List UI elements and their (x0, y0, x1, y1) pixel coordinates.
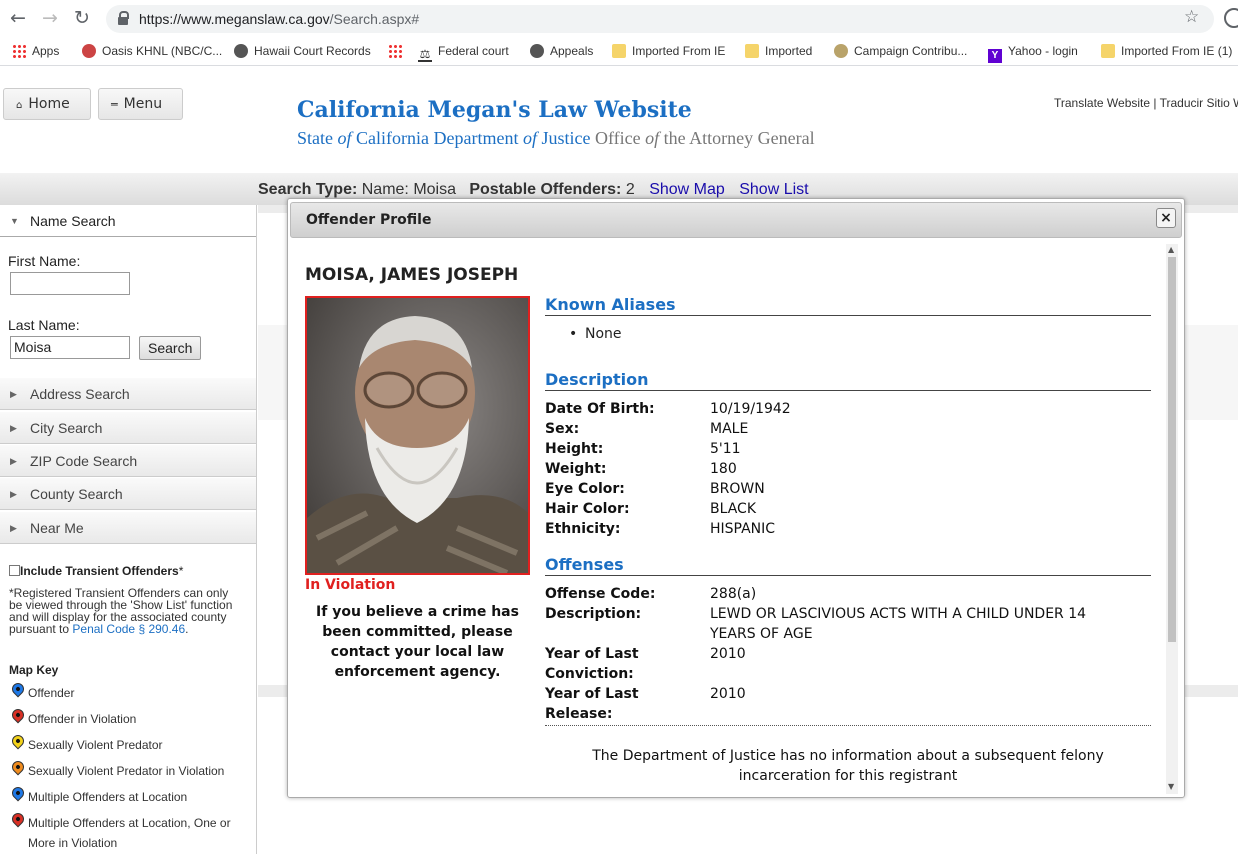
transient-note-line: pursuant to Penal Code § 290.46. (9, 622, 189, 636)
bookmark-imported-ie-1[interactable]: Imported From IE (1) (1101, 44, 1232, 58)
bookmark-star-icon[interactable]: ☆ (1184, 7, 1199, 27)
incarceration-note: The Department of Justice has no informa… (592, 748, 1104, 784)
first-name-input[interactable] (10, 272, 130, 295)
zip-search-header[interactable]: ▶ ZIP Code Search (0, 445, 256, 477)
url-text: https://www.meganslaw.ca.gov/Search.aspx… (139, 11, 420, 27)
map-pin-icon (9, 680, 27, 698)
offenses-heading: Offenses (545, 555, 1151, 576)
bookmark-oasis[interactable]: Oasis KHNL (NBC/C... (82, 44, 222, 58)
gear-icon (530, 44, 544, 58)
map-pin-icon (9, 732, 27, 750)
show-list-link[interactable]: Show List (739, 181, 808, 198)
bookmark-apps[interactable]: Apps (12, 44, 59, 58)
home-icon: ⌂ (16, 100, 23, 111)
bookmarks-bar: Apps Oasis KHNL (NBC/C... Hawaii Court R… (0, 38, 1238, 66)
map-pin-plus-icon (9, 784, 27, 802)
map-pin-icon (9, 758, 27, 776)
site-header: ⌂ Home ═ Menu California Megan's Law Websi… (0, 67, 1238, 173)
bookmark-appeals[interactable]: Appeals (530, 44, 593, 58)
transient-row: Include Transient Offenders* (9, 564, 183, 578)
offender-profile-dialog: Offender Profile × ▲ ▼ MOISA, JAMES JOSE… (287, 198, 1185, 798)
scroll-thumb[interactable] (1168, 257, 1176, 642)
caret-right-icon: ▶ (10, 489, 17, 499)
penal-code-link[interactable]: Penal Code § 290.46 (72, 622, 185, 636)
browser-toolbar: ← → ↻ https://www.meganslaw.ca.gov/Searc… (0, 0, 1238, 38)
caret-right-icon: ▶ (10, 523, 17, 533)
advice-text: If you believe a crime has been committe… (316, 604, 519, 680)
search-sidebar: ▼ Name Search First Name: Last Name: Mois… (0, 205, 257, 854)
caret-right-icon: ▶ (10, 389, 17, 399)
last-name-label: Last Name: (8, 317, 80, 333)
map-pin-icon (9, 706, 27, 724)
transient-checkbox[interactable] (9, 565, 20, 576)
bookmark-imported-ie[interactable]: Imported From IE (612, 44, 725, 58)
address-search-header[interactable]: ▶ Address Search (0, 378, 256, 410)
gear-icon (234, 44, 248, 58)
bookmark-yahoo[interactable]: Y Yahoo - login (988, 44, 1078, 63)
last-name-input[interactable]: Moisa (10, 336, 130, 359)
account-icon[interactable] (1224, 8, 1238, 28)
name-search-header[interactable]: ▼ Name Search (0, 205, 256, 237)
site-title[interactable]: California Megan's Law Website (297, 97, 692, 123)
yahoo-icon: Y (988, 49, 1002, 63)
seal-icon (834, 44, 848, 58)
dialog-title: Offender Profile (290, 202, 1182, 238)
home-button[interactable]: ⌂ Home (3, 88, 91, 120)
reload-icon[interactable]: ↻ (74, 8, 90, 28)
back-icon[interactable]: ← (10, 8, 26, 28)
folder-icon (745, 44, 759, 58)
scroll-down-icon[interactable]: ▼ (1168, 782, 1174, 791)
map-pin-plus-icon (9, 810, 27, 828)
address-bar[interactable]: https://www.meganslaw.ca.gov/Search.aspx… (106, 5, 1214, 33)
violation-status: In Violation (305, 577, 396, 593)
bookmark-imported[interactable]: Imported (745, 44, 812, 58)
dialog-scrollbar[interactable]: ▲ ▼ (1166, 244, 1178, 794)
bookmark-hawaii-court[interactable]: Hawaii Court Records (234, 44, 371, 58)
offender-name: MOISA, JAMES JOSEPH (305, 265, 519, 285)
alias-item: None (569, 326, 621, 342)
description-heading: Description (545, 370, 1151, 391)
folder-icon (1101, 44, 1115, 58)
apps-grid-icon (388, 44, 402, 58)
menu-button[interactable]: ═ Menu (98, 88, 183, 120)
dotted-divider (545, 725, 1151, 726)
portrait-image (307, 298, 528, 573)
county-search-header[interactable]: ▶ County Search (0, 478, 256, 510)
caret-right-icon: ▶ (10, 423, 17, 433)
caret-right-icon: ▶ (10, 456, 17, 466)
near-me-header[interactable]: ▶ Near Me (0, 512, 256, 544)
menu-icon: ═ (111, 98, 118, 111)
bookmark-grid[interactable] (388, 44, 408, 58)
apps-grid-icon (12, 44, 26, 58)
translate-link[interactable]: Translate Website | Traducir Sitio W (1054, 96, 1238, 110)
forward-icon[interactable]: → (42, 8, 58, 28)
map-key-title: Map Key (9, 663, 59, 677)
site-icon (82, 44, 96, 58)
search-button[interactable]: Search (139, 336, 202, 360)
offender-photo (305, 296, 530, 575)
first-name-label: First Name: (8, 253, 81, 269)
lock-icon (118, 11, 129, 25)
caret-down-icon: ▼ (10, 216, 19, 226)
site-subtitle: State of California Department of Justic… (297, 128, 815, 148)
scales-icon: ⚖ (418, 47, 432, 62)
close-button[interactable]: × (1156, 208, 1176, 228)
scroll-up-icon[interactable]: ▲ (1168, 245, 1174, 254)
bookmark-campaign[interactable]: Campaign Contribu... (834, 44, 967, 58)
bookmark-federal-court[interactable]: ⚖ Federal court (418, 44, 509, 62)
folder-icon (612, 44, 626, 58)
show-map-link[interactable]: Show Map (649, 181, 725, 198)
known-aliases-heading: Known Aliases (545, 295, 1151, 316)
city-search-header[interactable]: ▶ City Search (0, 412, 256, 444)
